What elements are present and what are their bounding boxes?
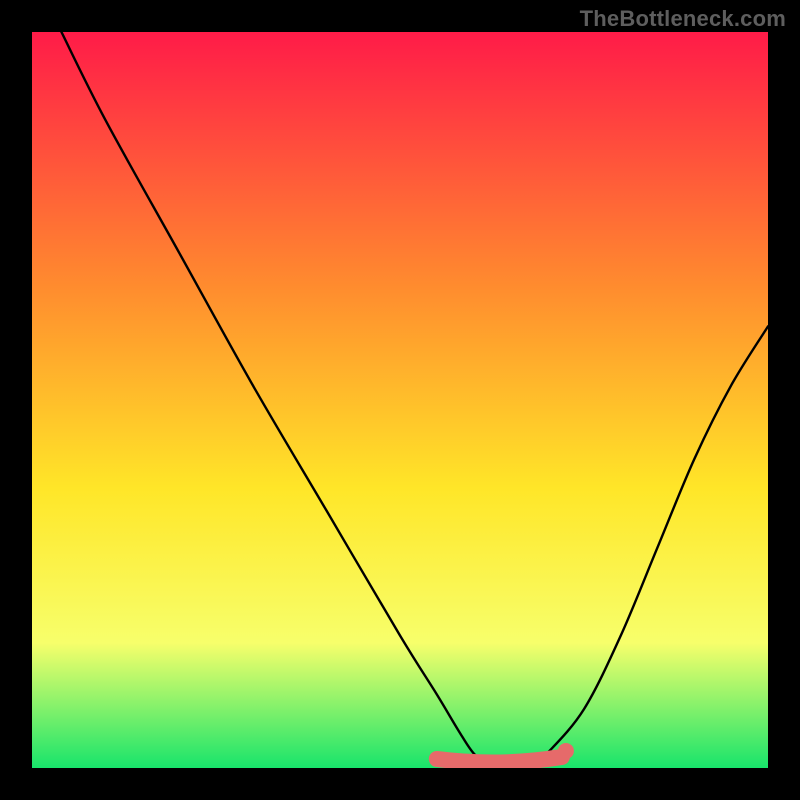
- watermark-text: TheBottleneck.com: [580, 6, 786, 32]
- optimal-zone-highlight: [437, 757, 562, 763]
- chart-frame: TheBottleneck.com: [0, 0, 800, 800]
- optimal-zone-end-dot: [558, 743, 574, 759]
- gradient-background: [32, 32, 768, 768]
- plot-area: [32, 32, 768, 768]
- bottleneck-chart: [32, 32, 768, 768]
